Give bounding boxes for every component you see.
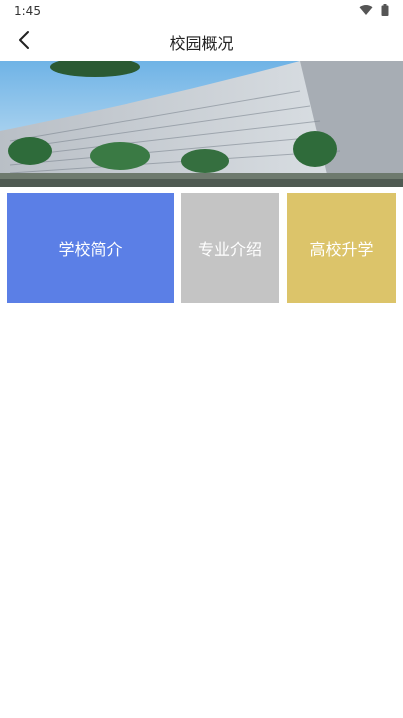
tile-college-admission[interactable]: 高校升学 <box>287 193 396 303</box>
campus-banner-image <box>0 61 403 187</box>
tile-majors[interactable]: 专业介绍 <box>181 193 279 303</box>
feature-tiles: 学校简介 专业介绍 高校升学 <box>0 193 403 305</box>
tile-label: 学校简介 <box>58 240 123 259</box>
chevron-left-icon <box>17 30 31 54</box>
status-bar: 1:45 <box>0 0 403 22</box>
battery-icon <box>381 3 389 19</box>
app-bar: 校园概况 <box>0 22 403 61</box>
tile-label: 专业介绍 <box>197 240 262 259</box>
wifi-icon <box>359 4 373 19</box>
app-screen: 1:45 校园概况 学校简介 专业介绍 高校升学 <box>0 0 403 718</box>
status-icons <box>359 3 389 19</box>
status-time: 1:45 <box>14 4 41 18</box>
back-button[interactable] <box>8 26 40 58</box>
campus-building-photo <box>0 61 403 187</box>
page-title: 校园概况 <box>169 33 234 53</box>
tile-label: 高校升学 <box>309 240 374 259</box>
tile-school-intro[interactable]: 学校简介 <box>7 193 174 303</box>
